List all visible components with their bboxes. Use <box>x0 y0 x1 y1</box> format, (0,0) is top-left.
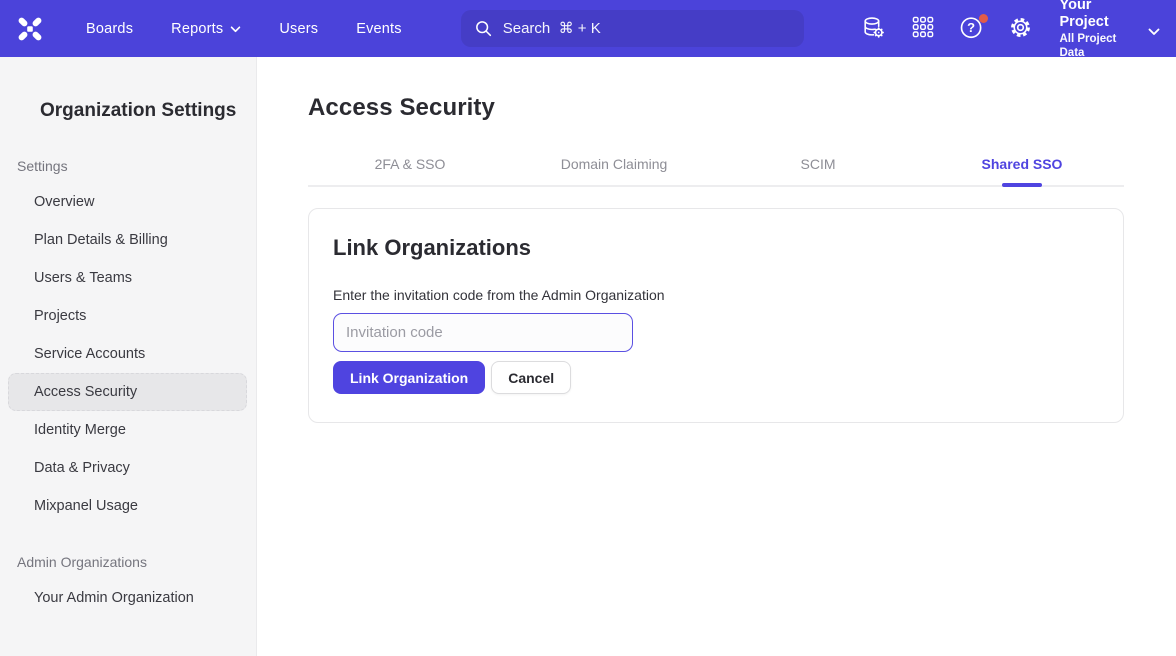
mixpanel-logo[interactable] <box>16 15 44 43</box>
global-search[interactable] <box>461 10 804 47</box>
sidebar-item-plan-details-billing[interactable]: Plan Details & Billing <box>8 221 247 259</box>
sidebar-item-identity-merge[interactable]: Identity Merge <box>8 411 247 449</box>
sidebar-item-your-admin-organization[interactable]: Your Admin Organization <box>8 579 247 617</box>
link-organization-button[interactable]: Link Organization <box>333 361 485 394</box>
tab-scim[interactable]: SCIM <box>716 150 920 185</box>
main-content: Access Security 2FA & SSODomain Claiming… <box>257 57 1176 656</box>
sidebar-item-users-teams[interactable]: Users & Teams <box>8 259 247 297</box>
sidebar-sections: Settings OverviewPlan Details & BillingUs… <box>0 158 256 617</box>
settings-button[interactable] <box>1007 15 1035 43</box>
project-subtitle: All Project Data <box>1060 32 1137 60</box>
topbar-nav: Boards Reports Users Events <box>86 21 402 37</box>
apps-grid-button[interactable] <box>909 15 937 43</box>
sidebar-item-projects[interactable]: Projects <box>8 297 247 335</box>
tab-shared-sso[interactable]: Shared SSO <box>920 150 1124 185</box>
sidebar-section-label-settings: Settings <box>17 158 256 174</box>
sidebar-item-overview[interactable]: Overview <box>8 183 247 221</box>
sidebar-item-mixpanel-usage[interactable]: Mixpanel Usage <box>8 487 247 525</box>
nav-item-boards[interactable]: Boards <box>86 21 133 37</box>
nav-item-label: Users <box>279 21 318 37</box>
mixpanel-logo-icon <box>16 31 44 46</box>
project-selector-text: Your Project All Project Data <box>1060 0 1137 60</box>
search-input[interactable] <box>503 20 791 37</box>
topbar: Boards Reports Users Events <box>0 0 1176 57</box>
notification-badge <box>979 14 988 23</box>
invitation-code-input[interactable] <box>333 313 633 352</box>
help-button[interactable]: ? <box>958 15 986 43</box>
tab-bar: 2FA & SSODomain ClaimingSCIMShared SSO <box>308 150 1124 187</box>
chevron-down-icon <box>230 26 241 33</box>
sidebar-item-access-security[interactable]: Access Security <box>8 373 247 411</box>
project-name: Your Project <box>1060 0 1137 31</box>
database-gear-icon <box>860 14 887 44</box>
sidebar-item-data-privacy[interactable]: Data & Privacy <box>8 449 247 487</box>
chevron-down-icon <box>1148 28 1160 36</box>
data-management-button[interactable] <box>860 15 888 43</box>
page-title: Access Security <box>308 94 1124 122</box>
project-selector[interactable]: Your Project All Project Data <box>1060 0 1161 60</box>
card-actions: Link Organization Cancel <box>333 361 1099 394</box>
search-icon <box>474 19 493 38</box>
settings-sidebar: Organization Settings Settings OverviewPl… <box>0 57 257 656</box>
sidebar-title: Organization Settings <box>40 100 256 122</box>
tab-domain-claiming[interactable]: Domain Claiming <box>512 150 716 185</box>
nav-item-label: Boards <box>86 21 133 37</box>
apps-grid-icon <box>910 14 936 43</box>
card-description: Enter the invitation code from the Admin… <box>333 287 1099 303</box>
settings-gear-icon <box>1007 14 1034 44</box>
sidebar-item-service-accounts[interactable]: Service Accounts <box>8 335 247 373</box>
svg-text:?: ? <box>967 20 975 35</box>
nav-item-label: Events <box>356 21 402 37</box>
nav-item-label: Reports <box>171 21 223 37</box>
card-title: Link Organizations <box>333 235 1099 261</box>
nav-item-events[interactable]: Events <box>356 21 402 37</box>
sidebar-section-label-admin-organizations: Admin Organizations <box>17 554 256 570</box>
tab-2fa-sso[interactable]: 2FA & SSO <box>308 150 512 185</box>
nav-item-users[interactable]: Users <box>279 21 318 37</box>
cancel-button[interactable]: Cancel <box>491 361 571 394</box>
topbar-actions: ? <box>860 15 1035 43</box>
link-organizations-card: Link Organizations Enter the invitation … <box>308 208 1124 423</box>
nav-item-reports[interactable]: Reports <box>171 21 241 37</box>
